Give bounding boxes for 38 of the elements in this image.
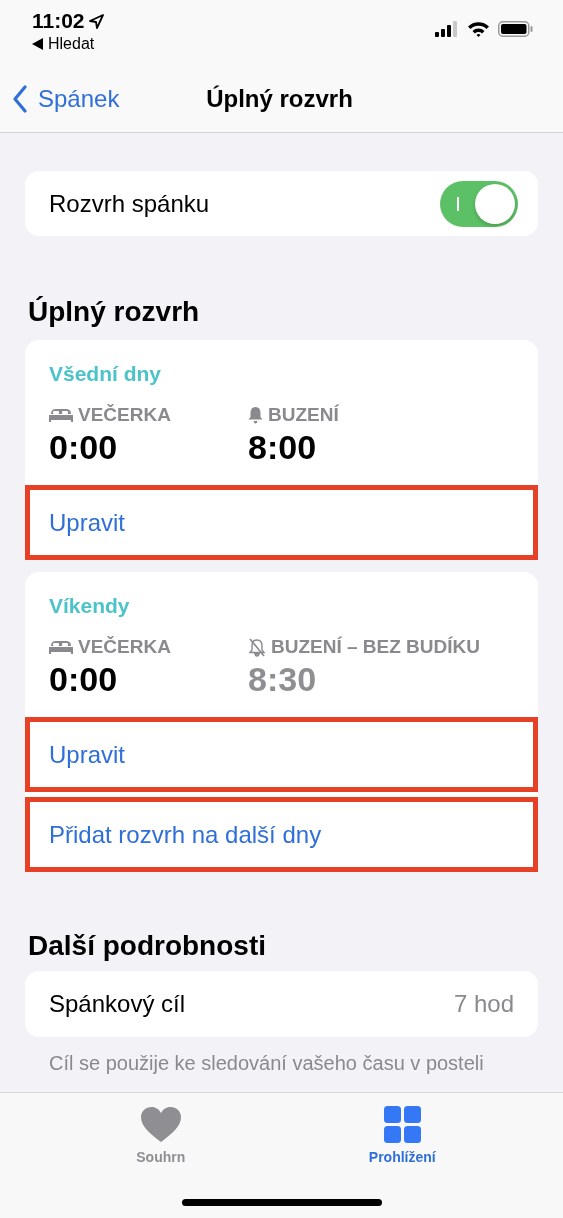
nav-title: Úplný rozvrh [206,85,353,113]
bed-icon [49,639,73,655]
section-heading: Úplný rozvrh [28,296,200,328]
schedule-title: Víkendy [49,594,130,618]
tab-bar-item[interactable]: Souhrn [80,1103,241,1165]
bedtime-time: 0:00 [49,428,118,467]
highlighted-action-link[interactable]: Upravit [25,717,538,792]
status-time: 11:02 [32,9,85,33]
bed-icon [49,407,73,423]
heart-icon [140,1107,181,1143]
wake-time: 8:00 [248,428,317,467]
back-triangle-icon[interactable] [32,38,43,50]
schedule-title: Všední dny [49,362,162,386]
battery-icon [498,21,533,37]
tab-bar-item[interactable]: Prohlížení [322,1103,483,1165]
detail-value: 7 hod [453,990,514,1018]
wake-label: BUZENÍ [268,404,339,426]
bedtime-label: VEČERKA [78,636,171,658]
bedtime-time: 0:00 [49,660,118,699]
back-to-app-link[interactable]: Hledat [48,35,95,53]
signal-icon [435,21,459,37]
wifi-icon [467,21,490,37]
toggle-switch[interactable] [440,180,518,227]
back-chevron-icon[interactable] [12,85,28,113]
bell-slash-icon [248,637,266,657]
setting-label: Rozvrh spánku [49,189,210,218]
bell-icon [248,406,263,424]
highlighted-action-link[interactable]: Upravit [25,485,538,560]
grid-icon [383,1106,421,1143]
section-heading: Další podrobnosti [28,930,266,962]
back-button[interactable]: Spánek [12,85,120,113]
wake-time: 8:30 [248,660,317,699]
bedtime-label: VEČERKA [78,404,171,426]
location-arrow-icon [88,13,104,29]
wake-label: BUZENÍ – BEZ BUDÍKU [271,636,480,658]
highlighted-action-link[interactable]: Přidat rozvrh na další dny [25,797,538,872]
footnote-text: Cíl se použije ke sledování vašeho času v posteli [49,1052,484,1074]
detail-label: Spánkový cíl [49,990,186,1018]
